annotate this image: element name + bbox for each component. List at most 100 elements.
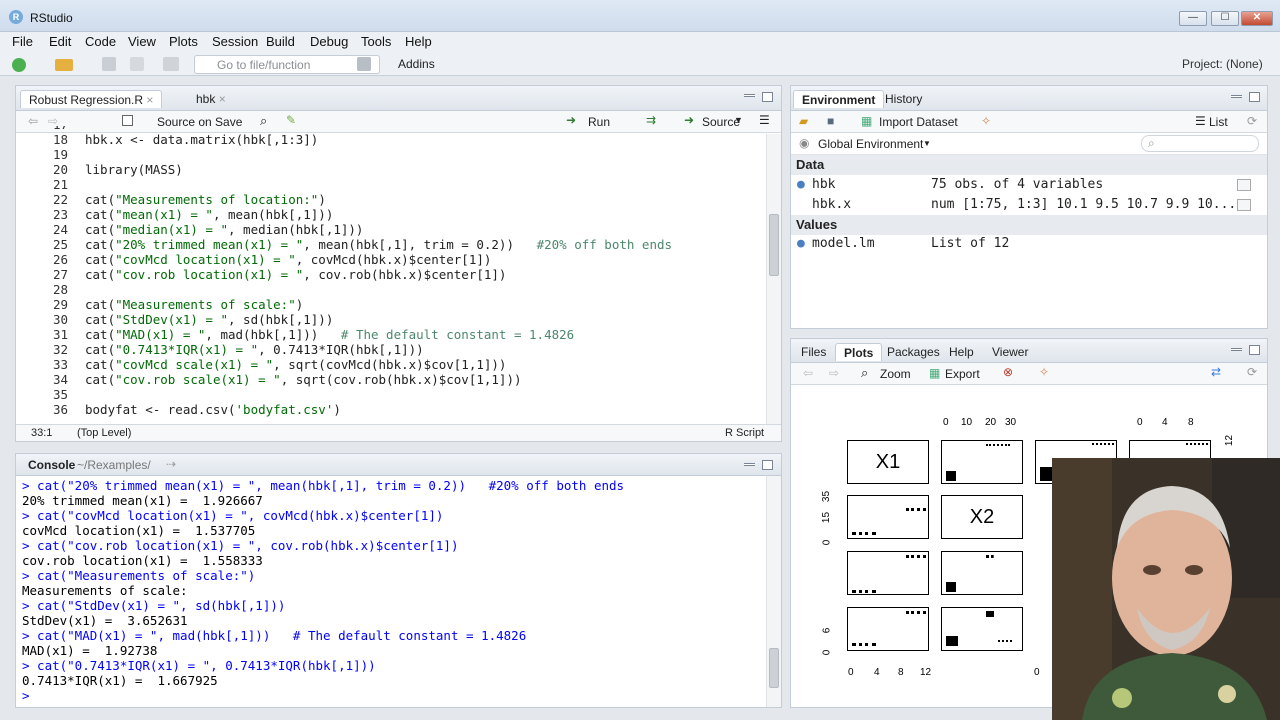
workspace-panes-icon[interactable] [357, 57, 371, 71]
close-button[interactable]: ✕ [1241, 11, 1273, 26]
code-line[interactable]: 22 cat("Measurements of location:") [16, 192, 766, 207]
minimize-pane-icon[interactable] [1231, 348, 1242, 351]
import-icon[interactable]: ▦ [861, 114, 872, 128]
expand-icon[interactable]: ● [797, 234, 805, 254]
editor-scroll-thumb[interactable] [769, 214, 779, 276]
console-path[interactable]: ~/Rexamples/ [77, 458, 151, 472]
code-line[interactable]: 35 [16, 387, 766, 402]
console-scroll-thumb[interactable] [769, 648, 779, 688]
clear-plots-icon[interactable]: ✧ [1039, 365, 1049, 379]
env-row-hbk[interactable]: ● hbk 75 obs. of 4 variables [791, 175, 1267, 195]
maximize-button[interactable]: ☐ [1211, 11, 1239, 26]
chevron-down-icon[interactable]: ▼ [923, 139, 931, 148]
env-row-hbk-x[interactable]: hbk.x num [1:75, 1:3] 10.1 9.5 10.7 9.9 … [791, 195, 1267, 215]
code-line[interactable]: 32 cat("0.7413*IQR(x1) = ", 0.7413*IQR(hb… [16, 342, 766, 357]
menu-edit[interactable]: Edit [49, 34, 71, 49]
code-line[interactable]: 36 bodyfat <- read.csv('bodyfat.csv') [16, 402, 766, 417]
code-line[interactable]: 33 cat("covMcd scale(x1) = ", sqrt(covMcd… [16, 357, 766, 372]
outline-icon[interactable]: ☰ [759, 113, 770, 127]
menu-plots[interactable]: Plots [169, 34, 198, 49]
scope-menu[interactable]: Global Environment [818, 137, 923, 151]
open-project-icon[interactable] [55, 59, 73, 71]
import-dataset-button[interactable]: Import Dataset [879, 115, 958, 129]
export-menu[interactable]: Export [945, 367, 980, 381]
code-tools-icon[interactable]: ✎ [286, 113, 296, 127]
menu-session[interactable]: Session [212, 34, 258, 49]
menu-tools[interactable]: Tools [361, 34, 391, 49]
next-plot-icon[interactable]: ⇨ [829, 366, 839, 380]
tab-history[interactable]: History [877, 90, 930, 108]
maximize-pane-icon[interactable] [1249, 345, 1260, 355]
export-icon[interactable]: ▦ [929, 366, 940, 380]
code-line[interactable]: 31 cat("MAD(x1) = ", mad(hbk[,1])) # The … [16, 327, 766, 342]
code-line[interactable]: 24 cat("median(x1) = ", median(hbk[,1])) [16, 222, 766, 237]
code-editor[interactable]: 1718hbk.x <- data.matrix(hbk[,1:3])1920l… [16, 126, 766, 424]
tab-plots[interactable]: Plots [835, 343, 883, 361]
file-type-indicator[interactable]: R Script [725, 427, 764, 439]
code-line[interactable]: 25 cat("20% trimmed mean(x1) = ", mean(hb… [16, 237, 766, 252]
console-output[interactable]: > cat("20% trimmed mean(x1) = ", mean(hb… [22, 476, 767, 706]
minimize-pane-icon[interactable] [744, 94, 755, 97]
save-icon[interactable] [102, 57, 116, 71]
save-all-icon[interactable] [130, 57, 144, 71]
tab-robust-regression[interactable]: Robust Regression.R × [20, 90, 163, 108]
view-data-icon[interactable] [1237, 199, 1251, 211]
expand-icon[interactable]: ● [797, 175, 805, 195]
tab-help[interactable]: Help [941, 343, 982, 361]
code-line[interactable]: 29 cat("Measurements of scale:") [16, 297, 766, 312]
menu-debug[interactable]: Debug [310, 34, 348, 49]
editor-scrollbar[interactable] [766, 134, 781, 424]
zoom-button[interactable]: Zoom [880, 367, 911, 381]
console-title[interactable]: Console [28, 458, 75, 472]
maximize-pane-icon[interactable] [762, 92, 773, 102]
maximize-pane-icon[interactable] [762, 460, 773, 470]
env-row-model-lm[interactable]: ● model.lm List of 12 [791, 234, 1267, 254]
menu-file[interactable]: File [12, 34, 33, 49]
project-menu[interactable]: Project: (None) [1182, 57, 1263, 71]
previous-plot-icon[interactable]: ⇦ [803, 366, 813, 380]
goto-file-input[interactable]: Go to file/function [194, 55, 380, 74]
menu-view[interactable]: View [128, 34, 156, 49]
new-file-icon[interactable] [12, 58, 26, 72]
tab-hbk[interactable]: hbk × [188, 90, 234, 108]
remove-plot-icon[interactable]: ⊗ [1003, 365, 1013, 379]
save-workspace-icon[interactable]: ■ [827, 114, 834, 128]
view-data-icon[interactable] [1237, 179, 1251, 191]
chevron-down-icon[interactable]: ▼ [734, 115, 743, 125]
minimize-pane-icon[interactable] [1231, 95, 1242, 98]
minimize-button[interactable]: — [1179, 11, 1207, 26]
menu-build[interactable]: Build [266, 34, 295, 49]
menu-code[interactable]: Code [85, 34, 116, 49]
tab-environment[interactable]: Environment [793, 90, 885, 108]
code-line[interactable]: 20 library(MASS) [16, 162, 766, 177]
print-icon[interactable] [163, 57, 179, 71]
maximize-pane-icon[interactable] [1249, 92, 1260, 102]
code-line[interactable]: 19 [16, 147, 766, 162]
code-line[interactable]: 30 cat("StdDev(x1) = ", sd(hbk[,1])) [16, 312, 766, 327]
code-line[interactable]: 27 cat("cov.rob location(x1) = ", cov.rob… [16, 267, 766, 282]
code-line[interactable]: 21 [16, 177, 766, 192]
tab-files[interactable]: Files [793, 343, 834, 361]
source-on-save-checkbox[interactable] [122, 115, 133, 126]
list-view-icon[interactable]: ☰ [1195, 114, 1206, 128]
tab-packages[interactable]: Packages [879, 343, 948, 361]
code-line[interactable]: 26 cat("covMcd location(x1) = ", covMcd(h… [16, 252, 766, 267]
view-mode-menu[interactable]: List [1209, 115, 1228, 129]
run-icon[interactable]: ➜ [566, 113, 576, 127]
refresh-icon[interactable]: ⟳ [1247, 365, 1257, 379]
scope-indicator[interactable]: (Top Level) [77, 427, 131, 439]
source-icon[interactable]: ➜ [684, 113, 694, 127]
addins-menu[interactable]: Addins [398, 57, 435, 71]
code-line[interactable]: 23 cat("mean(x1) = ", mean(hbk[,1])) [16, 207, 766, 222]
rerun-icon[interactable]: ⇉ [646, 113, 656, 127]
load-workspace-icon[interactable]: ▰ [799, 114, 808, 128]
minimize-pane-icon[interactable] [744, 463, 755, 466]
environment-search-input[interactable]: ⌕ [1141, 135, 1259, 152]
sync-icon[interactable]: ⇄ [1211, 365, 1221, 379]
console-scrollbar[interactable] [766, 476, 781, 707]
code-line[interactable]: 34 cat("cov.rob scale(x1) = ", sqrt(cov.r… [16, 372, 766, 387]
menu-help[interactable]: Help [405, 34, 432, 49]
code-line[interactable]: 28 [16, 282, 766, 297]
goto-dir-icon[interactable]: ⇢ [166, 457, 176, 471]
clear-workspace-icon[interactable]: ✧ [981, 114, 991, 128]
